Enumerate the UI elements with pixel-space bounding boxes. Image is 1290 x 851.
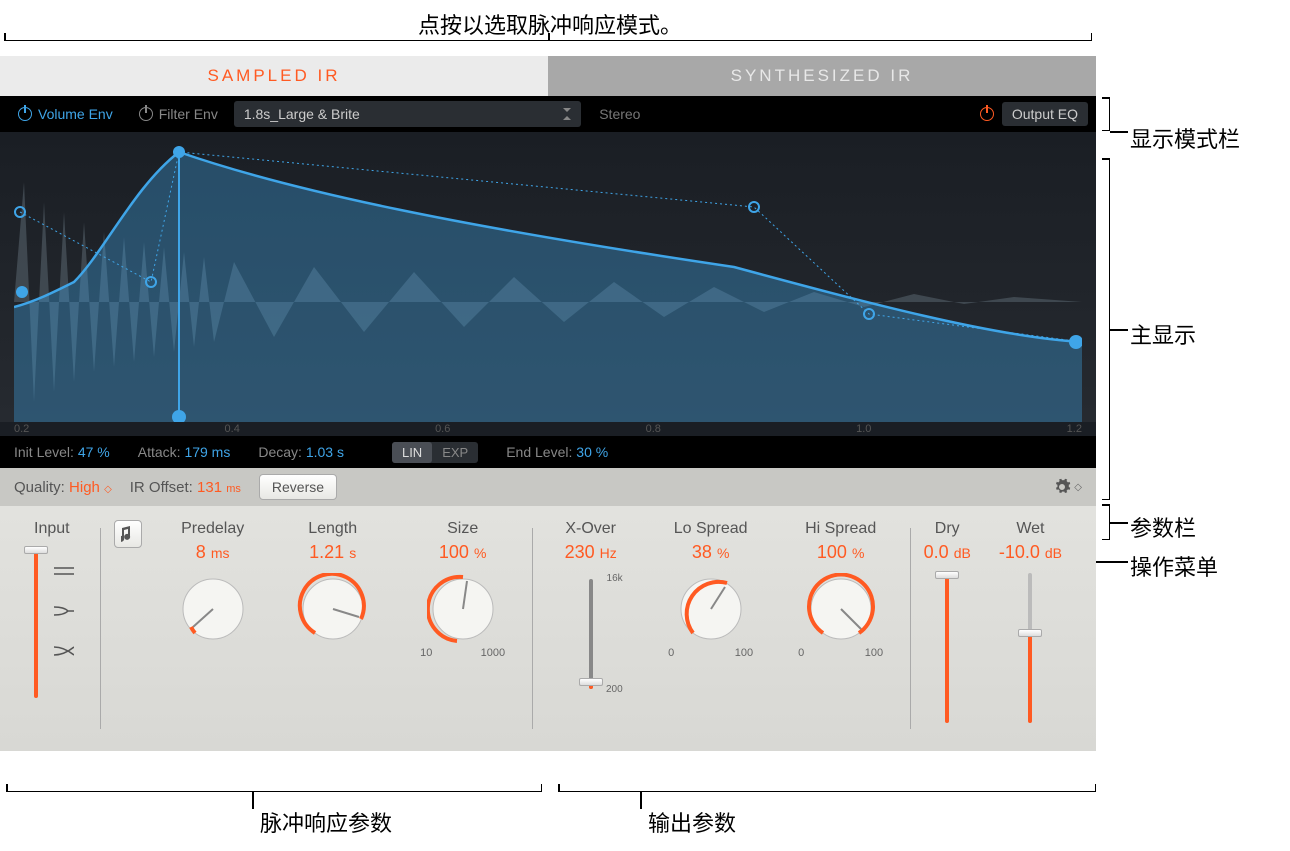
exp-button[interactable]: EXP xyxy=(432,442,478,463)
volume-env-button[interactable]: Volume Env xyxy=(8,101,123,127)
line-parambar xyxy=(1110,522,1128,524)
main-display[interactable] xyxy=(0,132,1096,422)
output-eq-group: Output EQ xyxy=(980,102,1088,126)
input-label: Input xyxy=(34,520,86,538)
bracket-outputparams xyxy=(558,791,1096,792)
lin-button[interactable]: LIN xyxy=(392,442,432,463)
bracket-irparams xyxy=(6,791,542,792)
envelope-fill xyxy=(14,152,1082,422)
size-knob[interactable] xyxy=(427,573,499,645)
callout-top: 点按以选取脉冲响应模式。 xyxy=(0,8,1100,40)
power-icon xyxy=(139,107,153,121)
scale-min: 0 xyxy=(668,647,674,659)
drywet-section: Dry 0.0 dB Wet -10.0 dB xyxy=(910,520,1076,737)
scale-min: 0 xyxy=(798,647,804,659)
line-maindisplay xyxy=(1110,329,1128,331)
callout-line xyxy=(548,33,550,41)
tempo-sync-button[interactable] xyxy=(114,520,142,548)
xover-control: X-Over 230 Hz 16k 200 xyxy=(546,520,636,695)
size-label: Size xyxy=(447,520,478,538)
bracket-maindisplay xyxy=(1100,158,1110,500)
scale-max: 100 xyxy=(865,647,883,659)
output-spread-section: X-Over 230 Hz 16k 200 Lo Spread 38 % xyxy=(532,520,910,737)
dry-slider[interactable] xyxy=(945,573,949,723)
input-section: Input xyxy=(20,520,100,737)
callout-actionmenu: 操作菜单 xyxy=(1130,550,1218,582)
dry-label: Dry xyxy=(935,520,960,538)
xfeed-icon[interactable] xyxy=(54,644,74,658)
predelay-label: Predelay xyxy=(181,520,244,538)
callout-outputparams: 输出参数 xyxy=(648,806,736,838)
ir-params-section: Predelay 8 ms Length 1.21 s Size 100 % xyxy=(100,520,532,737)
xover-min: 200 xyxy=(606,684,623,695)
preset-name: 1.8s_Large & Brite xyxy=(244,106,360,122)
channel-label: Stereo xyxy=(599,106,640,122)
output-eq-button[interactable]: Output EQ xyxy=(1002,102,1088,126)
callout-maindisplay: 主显示 xyxy=(1130,318,1196,350)
dry-control: Dry 0.0 dB xyxy=(924,520,971,737)
size-control: Size 100 % 101000 xyxy=(408,520,518,659)
quality-param[interactable]: Quality: High ◇ xyxy=(14,479,112,496)
preset-dropdown[interactable]: 1.8s_Large & Brite xyxy=(234,101,581,127)
filter-env-label: Filter Env xyxy=(159,106,218,122)
hispread-knob[interactable] xyxy=(805,573,877,645)
plugin-window: SAMPLED IR SYNTHESIZED IR Volume Env Fil… xyxy=(0,56,1096,751)
scale-min: 10 xyxy=(420,647,432,659)
wet-slider[interactable] xyxy=(1028,573,1032,723)
bracket-parambar xyxy=(1100,504,1110,540)
handle-peak[interactable] xyxy=(173,146,185,158)
hispread-label: Hi Spread xyxy=(805,520,876,538)
length-control: Length 1.21 s xyxy=(278,520,388,659)
ir-offset-param[interactable]: IR Offset: 131 ms xyxy=(130,479,241,496)
bracket-modebar xyxy=(1100,97,1110,131)
predelay-knob[interactable] xyxy=(177,573,249,645)
ir-mode-tabs: SAMPLED IR SYNTHESIZED IR xyxy=(0,56,1096,96)
envelope-readouts: Init Level: 47 % Attack: 179 ms Decay: 1… xyxy=(0,436,1096,468)
wet-control: Wet -10.0 dB xyxy=(999,520,1062,737)
volume-env-label: Volume Env xyxy=(38,106,113,122)
action-menu[interactable]: ◇ xyxy=(1053,478,1082,496)
end-level[interactable]: End Level: 30 % xyxy=(506,444,608,460)
hispread-control: Hi Spread 100 % 0100 xyxy=(786,520,896,695)
scale-max: 100 xyxy=(735,647,753,659)
xover-label: X-Over xyxy=(565,520,616,538)
handle-init[interactable] xyxy=(16,286,28,298)
init-level[interactable]: Init Level: 47 % xyxy=(14,444,110,460)
waveform-display[interactable] xyxy=(14,142,1082,422)
lospread-knob[interactable] xyxy=(675,573,747,645)
filter-env-button[interactable]: Filter Env xyxy=(129,101,228,127)
gear-icon xyxy=(1053,478,1071,496)
power-icon[interactable] xyxy=(980,107,994,121)
lospread-control: Lo Spread 38 % 0100 xyxy=(656,520,766,695)
line-modebar xyxy=(1110,131,1128,133)
mono-icon[interactable] xyxy=(54,604,74,618)
length-knob[interactable] xyxy=(297,573,369,645)
attack[interactable]: Attack: 179 ms xyxy=(138,444,231,460)
callout-irparams: 脉冲响应参数 xyxy=(260,806,392,838)
length-label: Length xyxy=(308,520,357,538)
scale-max: 1000 xyxy=(481,647,505,659)
display-mode-bar: Volume Env Filter Env 1.8s_Large & Brite… xyxy=(0,96,1096,132)
tab-synthesized-ir[interactable]: SYNTHESIZED IR xyxy=(548,56,1096,96)
xover-slider[interactable] xyxy=(589,579,593,689)
reverse-button[interactable]: Reverse xyxy=(259,474,337,500)
stereo-icon[interactable] xyxy=(54,564,74,578)
wet-label: Wet xyxy=(1016,520,1044,538)
bottom-panel: Input Predelay 8 ms xyxy=(0,506,1096,751)
predelay-control: Predelay 8 ms xyxy=(168,520,258,659)
tab-sampled-ir[interactable]: SAMPLED IR xyxy=(0,56,548,96)
xover-max: 16k xyxy=(607,573,623,584)
line-outputparams xyxy=(640,791,642,809)
line-irparams xyxy=(252,791,254,809)
callout-parambar: 参数栏 xyxy=(1130,511,1196,543)
note-icon xyxy=(121,526,135,542)
input-slider[interactable] xyxy=(34,548,38,698)
power-icon xyxy=(18,107,32,121)
lospread-label: Lo Spread xyxy=(674,520,748,538)
curve-mode-toggle[interactable]: LIN EXP xyxy=(392,442,478,463)
decay[interactable]: Decay: 1.03 s xyxy=(258,444,344,460)
callout-modebar: 显示模式栏 xyxy=(1130,122,1240,154)
parameter-bar: Quality: High ◇ IR Offset: 131 ms Revers… xyxy=(0,468,1096,506)
